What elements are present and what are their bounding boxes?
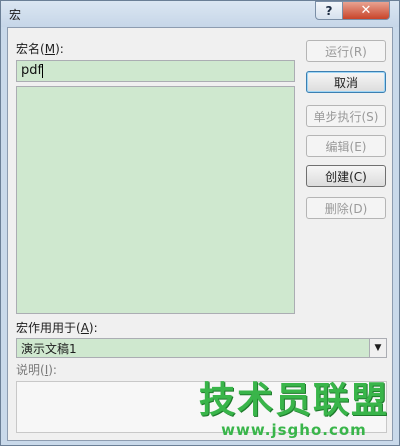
macro-in-value: 演示文稿1 [21,342,77,356]
delete-button[interactable]: 删除(D) [306,197,386,219]
window-title: 宏 [9,8,22,22]
macro-name-label-text: 宏名 [16,42,41,56]
close-icon: ✕ [360,3,372,18]
macro-name-mnemonic: M [44,42,56,56]
chevron-down-icon[interactable]: ▼ [369,339,386,357]
macro-in-label: 宏作用用于(A): [16,321,98,335]
macro-dialog: 宏 ? ✕ 宏名(M): pdf 运行(R) 取消 单步执行(S) 编辑(E) … [0,0,400,446]
macro-name-label: 宏名(M): [16,42,64,56]
description-box [16,381,387,433]
step-into-button[interactable]: 单步执行(S) [306,105,386,127]
cancel-button[interactable]: 取消 [306,71,386,93]
macro-name-value: pdf [21,63,43,78]
edit-button[interactable]: 编辑(E) [306,135,386,157]
run-button[interactable]: 运行(R) [306,40,386,62]
help-icon: ? [325,3,333,18]
text-caret [42,63,44,78]
description-label-text: 说明 [16,363,41,377]
description-label: 说明(I): [16,363,57,377]
description-mnemonic: I [44,363,49,377]
title-bar[interactable]: 宏 ? ✕ [1,1,399,27]
help-button[interactable]: ? [315,1,343,20]
dialog-body: 宏名(M): pdf 运行(R) 取消 单步执行(S) 编辑(E) 创建(C) … [7,27,393,441]
macro-in-select[interactable]: 演示文稿1 ▼ [16,338,387,358]
create-button[interactable]: 创建(C) [306,165,386,187]
macro-in-label-text: 宏作用用于 [16,321,77,335]
macro-list[interactable] [16,86,295,314]
macro-in-mnemonic: A [80,321,89,335]
close-button[interactable]: ✕ [342,1,390,20]
macro-name-input[interactable]: pdf [16,60,295,82]
